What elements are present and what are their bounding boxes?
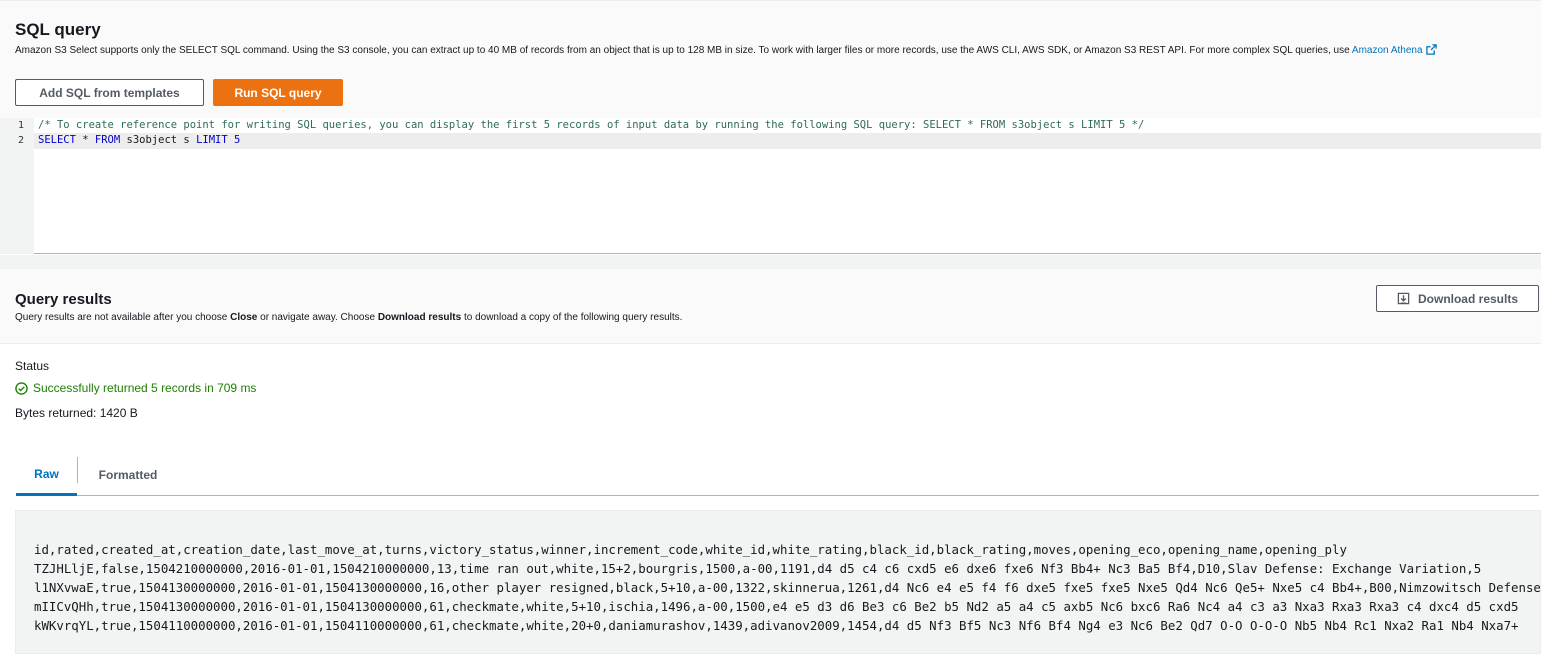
bytes-returned: Bytes returned: 1420 B	[15, 406, 138, 420]
results-tabs: Raw Formatted	[16, 454, 1539, 496]
editor-gutter: 1 2	[0, 118, 34, 254]
sql-query-line: SELECT * FROM s3object s LIMIT 5	[38, 134, 240, 146]
line-number: 1	[17, 120, 24, 131]
query-results-description: Query results are not available after yo…	[15, 312, 682, 323]
amazon-athena-link[interactable]: Amazon Athena	[1351, 44, 1437, 56]
limit-value: 5	[227, 134, 241, 146]
add-sql-from-templates-button[interactable]: Add SQL from templates	[15, 79, 204, 106]
section-divider	[0, 255, 1541, 269]
sql-editor[interactable]: 1 2 /* To create reference point for wri…	[0, 118, 1541, 254]
desc-text: to download a copy of the following quer…	[461, 312, 683, 323]
tab-raw[interactable]: Raw	[16, 454, 77, 496]
sql-query-title: SQL query	[15, 20, 101, 39]
query-results-header: Query results Query results are not avai…	[0, 269, 1541, 344]
raw-result-line: TZJHLljE,false,1504210000000,2016-01-01,…	[34, 561, 1482, 576]
raw-results-output[interactable]: id,rated,created_at,creation_date,last_m…	[15, 510, 1541, 654]
download-results-label: Download results	[1417, 291, 1518, 306]
desc-text: or navigate away. Choose	[257, 312, 378, 323]
download-results-button[interactable]: Download results	[1376, 285, 1539, 312]
status-label: Status	[15, 359, 50, 373]
raw-result-line: kWKvrqYL,true,1504110000000,2016-01-01,1…	[34, 618, 1519, 633]
raw-result-line: mIICvQHh,true,1504130000000,2016-01-01,1…	[34, 599, 1519, 614]
desc-download-emphasis: Download results	[377, 312, 462, 323]
run-sql-query-button[interactable]: Run SQL query	[213, 79, 343, 106]
tab-formatted[interactable]: Formatted	[78, 454, 178, 496]
status-text: Successfully returned 5 records in 709 m…	[33, 381, 257, 395]
sql-query-description: Amazon S3 Select supports only the SELEC…	[15, 44, 1515, 57]
keyword-limit: LIMIT	[196, 134, 228, 146]
query-results-title: Query results	[15, 291, 112, 308]
desc-text: Query results are not available after yo…	[15, 312, 231, 323]
select-star: *	[75, 134, 95, 146]
external-link-icon	[1425, 44, 1437, 55]
desc-close-emphasis: Close	[230, 312, 258, 323]
sql-comment-line: /* To create reference point for writing…	[38, 119, 1145, 131]
success-check-icon	[15, 381, 28, 395]
status-indicator: Successfully returned 5 records in 709 m…	[15, 381, 256, 395]
line-number: 2	[17, 135, 24, 146]
keyword-select: SELECT	[38, 134, 76, 146]
table-name: s3object s	[120, 134, 197, 146]
amazon-athena-link-label: Amazon Athena	[1351, 45, 1423, 56]
raw-result-line: id,rated,created_at,creation_date,last_m…	[34, 542, 1347, 557]
download-icon	[1397, 292, 1410, 305]
sql-description-text: Amazon S3 Select supports only the SELEC…	[15, 45, 1352, 56]
sql-query-panel: SQL query Amazon S3 Select supports only…	[0, 0, 1541, 118]
keyword-from: FROM	[94, 134, 121, 146]
raw-result-line: l1NXvwaE,true,1504130000000,2016-01-01,1…	[34, 580, 1541, 595]
